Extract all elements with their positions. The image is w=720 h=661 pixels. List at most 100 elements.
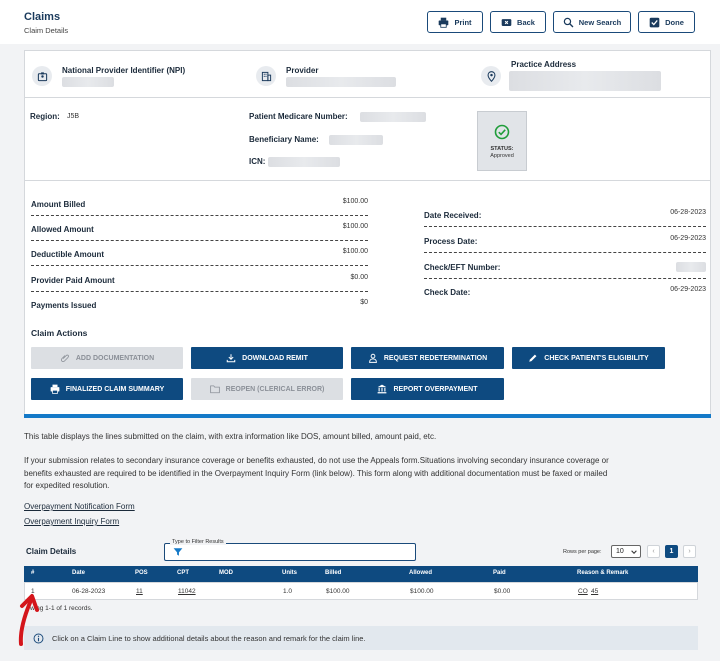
npi-icon-wrap <box>32 66 52 86</box>
print-label: Print <box>454 17 472 27</box>
address-value-redacted <box>509 71 661 91</box>
secondary-insurance-notice: If your submission relates to secondary … <box>24 455 714 493</box>
accent-bar <box>24 414 711 418</box>
amount-value: $100.00 <box>342 198 368 205</box>
new-search-label: New Search <box>578 17 622 27</box>
col-date[interactable]: Date <box>72 570 85 576</box>
cell-billed: $100.00 <box>326 588 350 595</box>
col-cpt[interactable]: CPT <box>177 570 189 576</box>
folder-icon <box>209 385 220 394</box>
col-num[interactable]: # <box>31 570 34 576</box>
status-label: STATUS: <box>490 146 514 152</box>
add-documentation-label: ADD DOCUMENTATION <box>75 354 155 362</box>
col-billed[interactable]: Billed <box>325 570 341 576</box>
beneficiary-value-redacted <box>329 135 383 145</box>
location-pin-icon <box>487 70 495 82</box>
chevron-right-icon: › <box>688 548 691 555</box>
divider <box>24 97 711 98</box>
building-icon <box>261 71 271 81</box>
notice-line: If your submission relates to secondary … <box>24 456 609 465</box>
amount-row-payments-issued: Payments Issued $0 <box>31 299 368 317</box>
paperclip-icon <box>60 354 69 362</box>
status-value: Approved <box>490 153 514 159</box>
amount-label: Allowed Amount <box>31 225 94 234</box>
date-label: Check Date: <box>424 288 471 297</box>
cell-reason-link[interactable]: CO <box>578 588 588 595</box>
mbi-value-redacted <box>360 112 426 122</box>
rows-per-page-select[interactable]: 10 <box>611 545 641 558</box>
provider-value-redacted <box>286 77 396 87</box>
done-button[interactable]: Done <box>638 11 695 33</box>
filter-input[interactable] <box>164 543 416 561</box>
back-icon <box>501 18 512 26</box>
filter-label: Type to Filter Results <box>170 539 226 545</box>
page-current[interactable]: 1 <box>665 545 678 558</box>
date-row-check-date: Check Date: 06-29-2023 <box>424 286 706 304</box>
finalized-claim-summary-label: FINALIZED CLAIM SUMMARY <box>65 385 165 393</box>
chevron-down-icon <box>631 550 637 554</box>
amount-row-provider-paid: Provider Paid Amount $0.00 <box>31 274 368 292</box>
provider-icon-wrap <box>256 66 276 86</box>
address-icon-wrap <box>481 66 501 86</box>
date-label: Check/EFT Number: <box>424 263 501 272</box>
col-units[interactable]: Units <box>282 570 297 576</box>
next-page-button[interactable]: › <box>683 545 696 558</box>
claim-actions-heading: Claim Actions <box>31 328 88 338</box>
date-label: Date Received: <box>424 211 482 220</box>
download-icon <box>226 354 236 363</box>
col-paid[interactable]: Paid <box>493 570 506 576</box>
notice-line: for expedited resolution. <box>24 481 110 490</box>
print-button[interactable]: Print <box>427 11 483 33</box>
date-row-check-eft: Check/EFT Number: <box>424 261 706 279</box>
request-redetermination-button[interactable]: REQUEST REDETERMINATION <box>351 347 504 369</box>
address-label: Practice Address <box>511 60 577 69</box>
info-note: Click on a Claim Line to show additional… <box>24 626 698 650</box>
report-overpayment-button[interactable]: REPORT OVERPAYMENT <box>351 378 504 400</box>
col-allowed[interactable]: Allowed <box>409 570 432 576</box>
cell-remark-link[interactable]: 45 <box>591 588 598 595</box>
npi-label: National Provider Identifier (NPI) <box>62 66 186 75</box>
done-label: Done <box>665 17 684 27</box>
overpayment-notification-link[interactable]: Overpayment Notification Form <box>24 502 135 511</box>
search-icon <box>563 17 574 27</box>
icn-value-redacted <box>268 157 340 167</box>
check-eligibility-button[interactable]: CHECK PATIENT'S ELIGIBILITY <box>512 347 665 369</box>
date-value: 06-28-2023 <box>670 209 706 216</box>
finalized-claim-summary-button[interactable]: FINALIZED CLAIM SUMMARY <box>31 378 183 400</box>
region-value: J5B <box>67 113 80 120</box>
amount-row-allowed: Allowed Amount $100.00 <box>31 223 368 241</box>
amount-label: Provider Paid Amount <box>31 276 115 285</box>
print-icon <box>50 384 60 394</box>
cell-pos-link[interactable]: 11 <box>136 588 143 595</box>
pencil-icon <box>529 354 537 362</box>
overpayment-inquiry-link[interactable]: Overpayment Inquiry Form <box>24 517 119 526</box>
person-icon <box>368 353 377 363</box>
col-pos[interactable]: POS <box>135 570 148 576</box>
icn-label: ICN: <box>249 157 266 166</box>
amount-value: $0.00 <box>350 274 368 281</box>
amount-value: $100.00 <box>342 223 368 230</box>
rows-per-page-label: Rows per page: <box>563 549 602 555</box>
cell-allowed: $100.00 <box>410 588 434 595</box>
page-header: Claims Claim Details Print Back New Sear… <box>0 0 720 44</box>
cell-units: 1.0 <box>283 588 293 595</box>
download-remit-button[interactable]: DOWNLOAD REMIT <box>191 347 343 369</box>
back-button[interactable]: Back <box>490 11 546 33</box>
new-search-button[interactable]: New Search <box>553 11 631 33</box>
amount-value: $0 <box>360 299 368 306</box>
prev-page-button[interactable]: ‹ <box>647 545 660 558</box>
chevron-left-icon: ‹ <box>652 548 655 555</box>
table-row[interactable]: 1 06-28-2023 11 11042 1.0 $100.00 $100.0… <box>24 582 698 600</box>
amount-label: Deductible Amount <box>31 250 105 259</box>
divider <box>24 180 711 181</box>
cell-cpt-link[interactable]: 11042 <box>178 588 196 595</box>
amount-label: Payments Issued <box>31 301 97 310</box>
col-mod[interactable]: MOD <box>219 570 233 576</box>
reopen-button[interactable]: REOPEN (CLERICAL ERROR) <box>191 378 343 400</box>
checkbox-check-icon <box>649 17 660 27</box>
table-description: This table displays the lines submitted … <box>24 432 437 441</box>
add-documentation-button[interactable]: ADD DOCUMENTATION <box>31 347 183 369</box>
date-row-process: Process Date: 06-29-2023 <box>424 235 706 253</box>
col-reason-remark[interactable]: Reason & Remark <box>577 570 628 576</box>
amount-label: Amount Billed <box>31 200 86 209</box>
